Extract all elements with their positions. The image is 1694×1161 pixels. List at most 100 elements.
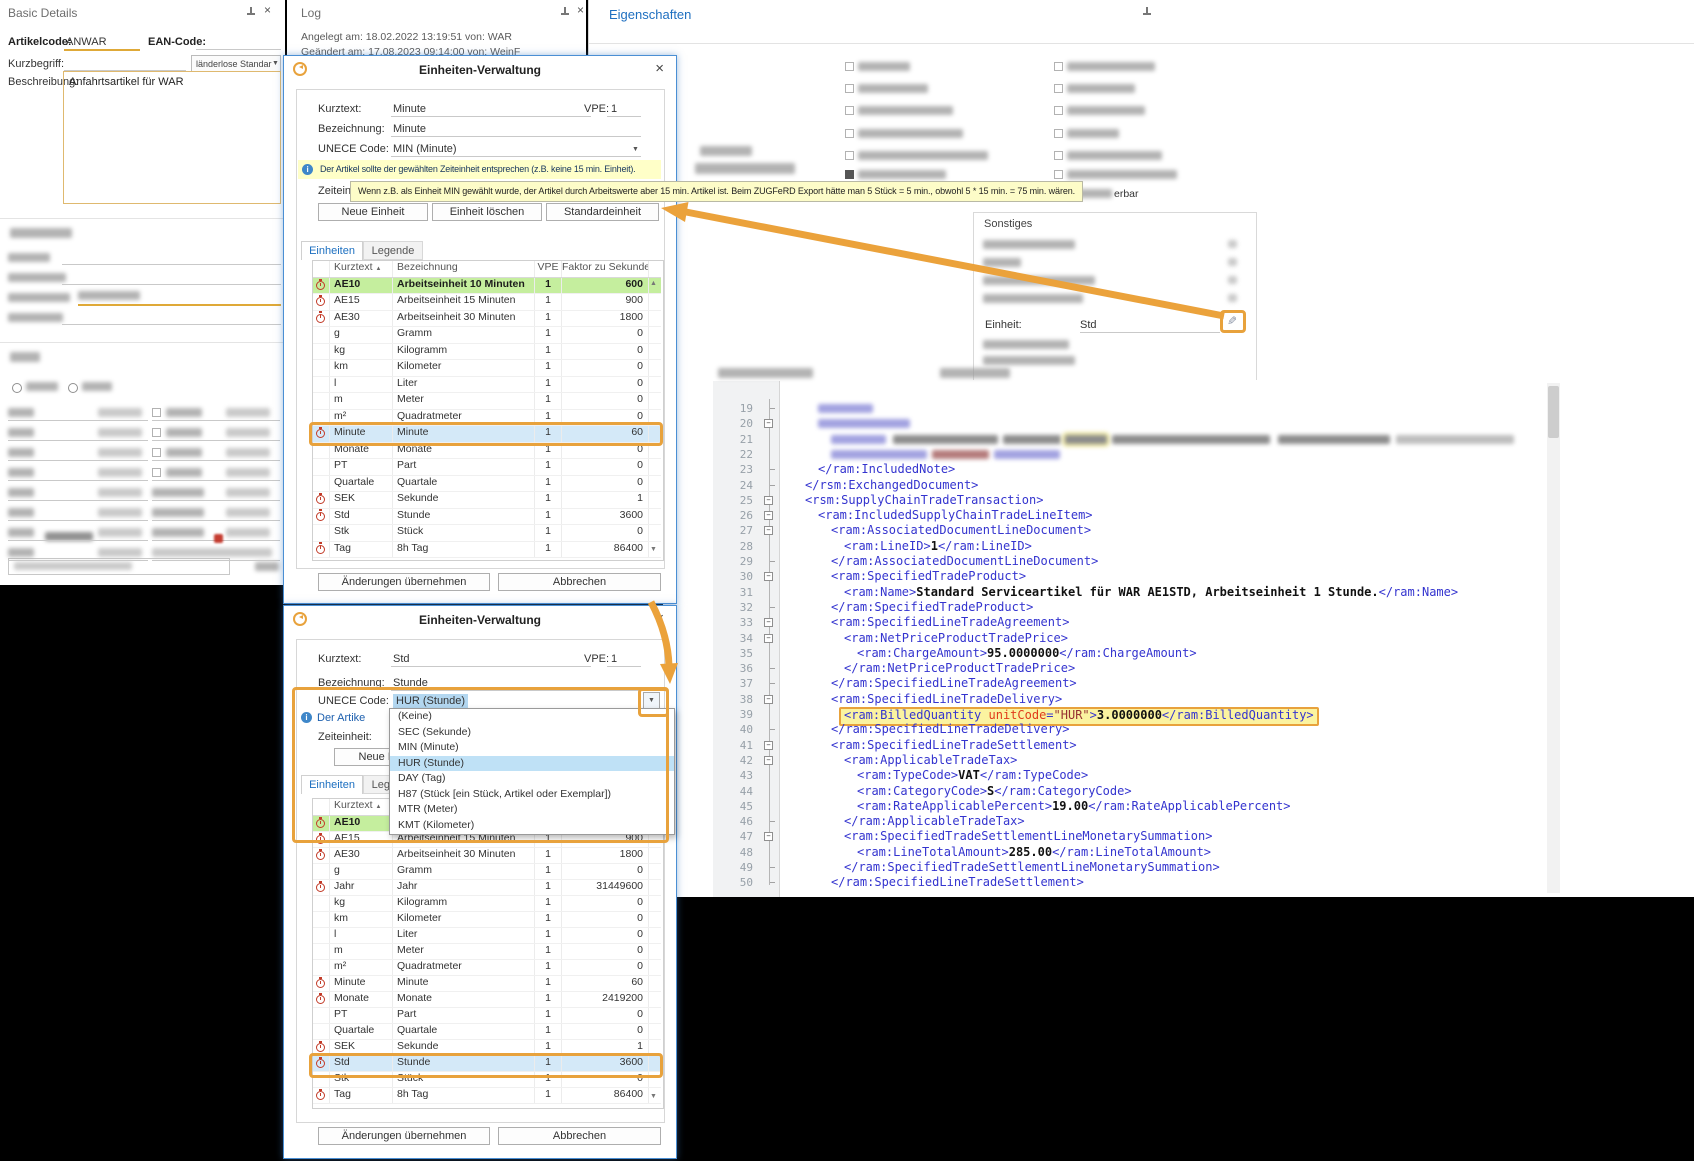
- checkbox[interactable]: [845, 84, 854, 93]
- dropdown-option[interactable]: HUR (Stunde): [390, 756, 674, 772]
- dropdown-option[interactable]: SEC (Sekunde): [390, 725, 674, 741]
- checkbox[interactable]: [845, 151, 854, 160]
- xml-scrollbar[interactable]: [1547, 383, 1560, 893]
- beschreibung-textarea[interactable]: Anfahrtsartikel für WAR: [63, 71, 281, 204]
- table-row[interactable]: lLiter10: [313, 928, 661, 944]
- table-row[interactable]: PTPart10: [313, 459, 661, 475]
- cancel-button[interactable]: Abbrechen: [498, 573, 661, 591]
- table-row[interactable]: Tag8h Tag186400: [313, 542, 661, 558]
- vpe-input[interactable]: 1: [611, 103, 617, 115]
- close-icon[interactable]: ×: [655, 60, 664, 77]
- checkbox[interactable]: [1054, 170, 1063, 179]
- apply-button[interactable]: Änderungen übernehmen: [318, 1127, 490, 1145]
- unece-input[interactable]: HUR (Stunde): [393, 694, 468, 708]
- checkbox[interactable]: [1054, 62, 1063, 71]
- table-row[interactable]: mMeter10: [313, 393, 661, 409]
- table-row[interactable]: StkStück10: [313, 525, 661, 541]
- chevron-down-icon[interactable]: ▼: [632, 146, 639, 153]
- dropdown-option[interactable]: KMT (Kilometer): [390, 818, 674, 834]
- fold-collapse-icon[interactable]: −: [764, 695, 773, 704]
- fold-collapse-icon[interactable]: −: [764, 419, 773, 428]
- tab-einheiten[interactable]: Einheiten: [301, 241, 363, 260]
- table-row[interactable]: kmKilometer10: [313, 912, 661, 928]
- artikelcode-input[interactable]: ANWAR: [66, 36, 107, 48]
- sort-asc-icon[interactable]: ▲: [375, 266, 381, 272]
- close-icon[interactable]: ×: [264, 4, 271, 16]
- table-row[interactable]: MinuteMinute160: [313, 426, 661, 442]
- table-row[interactable]: mMeter10: [313, 944, 661, 960]
- table-row[interactable]: lLiter10: [313, 377, 661, 393]
- neue-einheit-button[interactable]: Neue Einheit: [318, 203, 428, 221]
- table-row[interactable]: kgKilogramm10: [313, 344, 661, 360]
- tab-einheiten[interactable]: Einheiten: [301, 775, 363, 794]
- table-row[interactable]: AE30Arbeitseinheit 30 Minuten11800: [313, 311, 661, 327]
- fold-collapse-icon[interactable]: −: [764, 511, 773, 520]
- table-row[interactable]: JahrJahr131449600: [313, 880, 661, 896]
- xml-scrollbar-thumb[interactable]: [1548, 386, 1559, 438]
- scroll-up-icon[interactable]: ▲: [650, 280, 657, 287]
- checkbox[interactable]: [1054, 106, 1063, 115]
- dropdown-option[interactable]: DAY (Tag): [390, 771, 674, 787]
- table-row[interactable]: m²Quadratmeter10: [313, 410, 661, 426]
- fold-collapse-icon[interactable]: −: [764, 618, 773, 627]
- einheit-loeschen-button[interactable]: Einheit löschen: [432, 203, 542, 221]
- vpe-input[interactable]: 1: [611, 653, 617, 665]
- checkbox[interactable]: [845, 129, 854, 138]
- dropdown-option[interactable]: MIN (Minute): [390, 740, 674, 756]
- pin-icon[interactable]: [1142, 7, 1152, 17]
- dropdown-option[interactable]: (Keine): [390, 709, 674, 725]
- table-row[interactable]: Tag8h Tag186400: [313, 1088, 661, 1104]
- table-row[interactable]: StdStunde13600: [313, 1056, 661, 1072]
- unece-dropdown-button[interactable]: ▼: [643, 692, 660, 709]
- table-row[interactable]: MonateMonate10: [313, 443, 661, 459]
- table-row[interactable]: StkStück10: [313, 1072, 661, 1088]
- bezeichnung-input[interactable]: Minute: [393, 123, 426, 135]
- table-row[interactable]: kmKilometer10: [313, 360, 661, 376]
- unece-input[interactable]: MIN (Minute): [393, 143, 457, 155]
- checkbox[interactable]: [152, 428, 161, 437]
- table-row[interactable]: gGramm10: [313, 327, 661, 343]
- fold-collapse-icon[interactable]: −: [764, 634, 773, 643]
- fold-collapse-icon[interactable]: −: [764, 496, 773, 505]
- standardeinheit-button[interactable]: Standardeinheit: [546, 203, 659, 221]
- checkbox[interactable]: [845, 62, 854, 71]
- ean-input[interactable]: [196, 49, 281, 50]
- fold-collapse-icon[interactable]: −: [764, 526, 773, 535]
- table-row[interactable]: gGramm10: [313, 864, 661, 880]
- checkbox[interactable]: [152, 448, 161, 457]
- table-row[interactable]: MonateMonate12419200: [313, 992, 661, 1008]
- fold-collapse-icon[interactable]: −: [764, 756, 773, 765]
- pin-icon[interactable]: [560, 7, 570, 17]
- kurztext-input[interactable]: Minute: [393, 103, 426, 115]
- tab-legende[interactable]: Legende: [363, 241, 423, 260]
- checkbox[interactable]: [152, 468, 161, 477]
- scroll-down-icon[interactable]: ▼: [650, 1093, 657, 1100]
- radio-button[interactable]: [68, 383, 78, 393]
- checkbox[interactable]: [152, 408, 161, 417]
- cancel-button[interactable]: Abbrechen: [498, 1127, 661, 1145]
- close-icon[interactable]: ×: [577, 4, 584, 16]
- table-row[interactable]: QuartaleQuartale10: [313, 476, 661, 492]
- table-row[interactable]: AE10Arbeitseinheit 10 Minuten1600: [313, 278, 661, 294]
- checkbox[interactable]: [1054, 129, 1063, 138]
- table-row[interactable]: kgKilogramm10: [313, 896, 661, 912]
- sort-asc-icon[interactable]: ▲: [375, 804, 381, 810]
- table-row[interactable]: m²Quadratmeter10: [313, 960, 661, 976]
- checkbox[interactable]: [845, 106, 854, 115]
- table-row[interactable]: AE30Arbeitseinheit 30 Minuten11800: [313, 848, 661, 864]
- table-row[interactable]: StdStunde13600: [313, 509, 661, 525]
- kurztext-input[interactable]: Std: [393, 653, 410, 665]
- dropdown-option[interactable]: H87 (Stück [ein Stück, Artikel oder Exem…: [390, 787, 674, 803]
- pin-icon[interactable]: [246, 7, 256, 17]
- table-row[interactable]: SEKSekunde11: [313, 492, 661, 508]
- fold-collapse-icon[interactable]: −: [764, 832, 773, 841]
- table-row[interactable]: QuartaleQuartale10: [313, 1024, 661, 1040]
- dropdown-option[interactable]: MTR (Meter): [390, 802, 674, 818]
- checkbox[interactable]: [845, 170, 854, 179]
- close-icon[interactable]: ×: [655, 610, 664, 627]
- checkbox[interactable]: [1054, 84, 1063, 93]
- standard-dropdown[interactable]: länderlose Standar: [191, 55, 281, 72]
- einheit-value[interactable]: Std: [1080, 319, 1097, 331]
- radio-button[interactable]: [12, 383, 22, 393]
- bezeichnung-input[interactable]: Stunde: [393, 677, 428, 689]
